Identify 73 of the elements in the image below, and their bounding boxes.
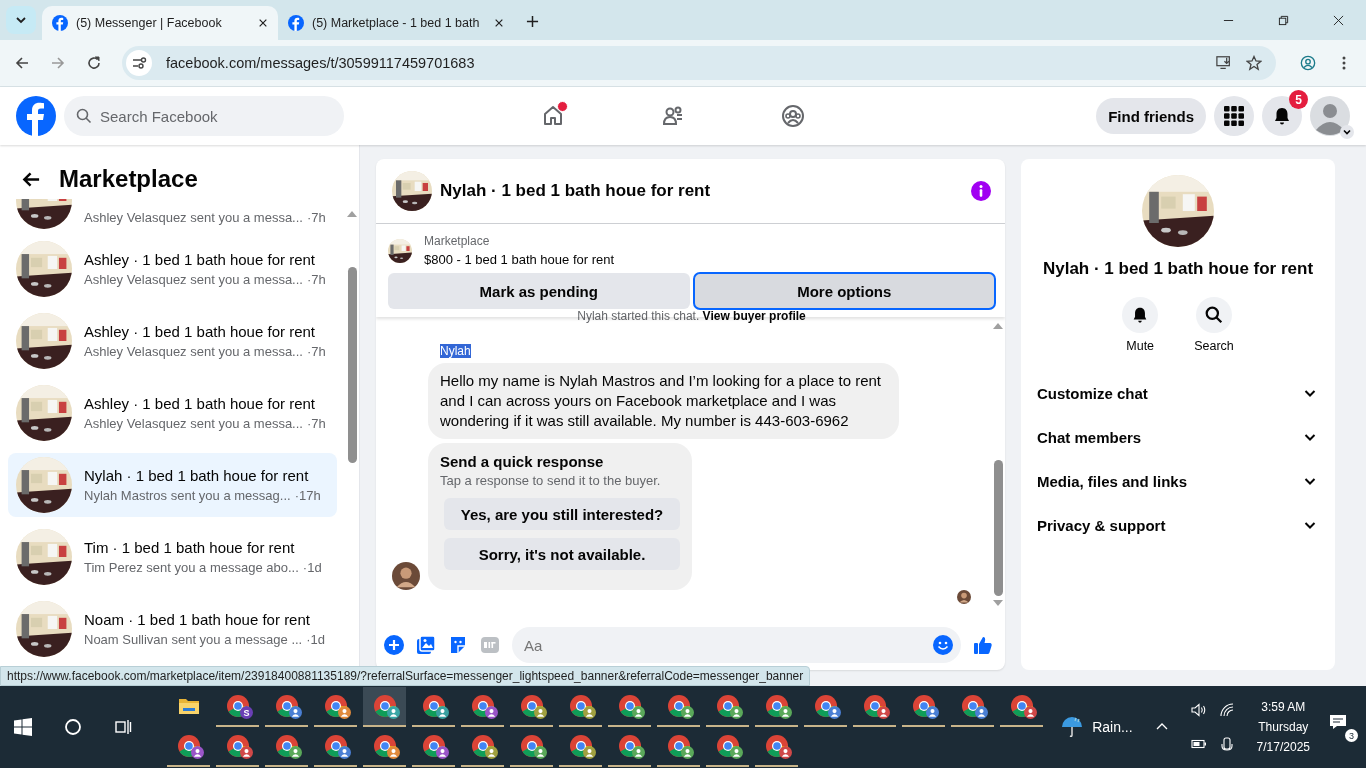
action-label: Search <box>1194 339 1234 353</box>
message-field[interactable]: Aa <box>512 627 961 663</box>
quick-response-button[interactable]: Sorry, it's not available. <box>444 538 680 570</box>
message-time: ·7h <box>306 210 326 225</box>
message-time: ·7h <box>306 272 326 287</box>
listing-label: Marketplace <box>424 234 491 248</box>
conversation-title: Tim · 1 bed 1 bath houe for rent <box>84 539 296 556</box>
conversation-title: Ashley · 1 bed 1 bath houe for rent <box>84 323 316 340</box>
message-time: ·17h <box>294 488 321 503</box>
conversation-item[interactable]: Ashley · 1 bed 1 bath houe for rent Ashley Velasquez sent you a messa... ·7h <box>8 309 337 373</box>
view-profile-link[interactable]: View buyer profile <box>702 309 806 323</box>
card-hint: Tap a response to send it to the buyer. <box>440 473 662 488</box>
conversation-item[interactable]: Ashley Velasquez sent you a messa... ·7h <box>8 199 337 229</box>
conversation-title: Ashley · 1 bed 1 bath houe for rent <box>84 251 316 268</box>
clock-date: 7/17/2025 <box>1256 740 1310 754</box>
search-field[interactable]: Search Facebook <box>64 96 344 136</box>
conversation-title: Ashley · 1 bed 1 bath houe for rent <box>84 395 316 412</box>
find-friends-button[interactable]: Find friends <box>1096 98 1206 134</box>
conversation-title: Nylah · 1 bed 1 bath houe for rent <box>84 467 310 484</box>
tab-title: (5) Marketplace - 1 bed 1 bath <box>312 16 481 30</box>
tab-title: (5) Messenger | Facebook <box>76 16 223 30</box>
notification-badge: 5 <box>1289 90 1308 109</box>
message-preview: Ashley Velasquez sent you a messa... <box>84 272 303 287</box>
chat-title: Nylah · 1 bed 1 bath houe for rent <box>440 181 711 201</box>
clock-time: 3:59 AM <box>1261 700 1306 714</box>
conversation-title: Noam · 1 bed 1 bath houe for rent <box>84 611 311 628</box>
section-title: Customize chat <box>1037 384 1148 402</box>
section-header[interactable]: Customize chat <box>1029 371 1327 415</box>
message-preview: Noam Sullivan sent you a message ... <box>84 632 303 647</box>
sidebar-title: Marketplace <box>59 165 198 193</box>
notification-center-button[interactable]: 3 <box>1328 712 1358 742</box>
conversation-item[interactable]: Tim · 1 bed 1 bath houe for rent Tim Perez sent you a message abo... ·1d <box>8 525 337 589</box>
contact-name: Nylah · 1 bed 1 bath houe for rent <box>1042 259 1314 279</box>
url-text: facebook.com/messages/t/30599117459701683 <box>166 55 475 71</box>
address-bar[interactable]: facebook.com/messages/t/30599117459701683 <box>122 46 1276 80</box>
section-header[interactable]: Media, files and links <box>1029 459 1327 503</box>
message-time: ·7h <box>306 344 326 359</box>
section-header[interactable]: Chat members <box>1029 415 1327 459</box>
weather-text: Rain... <box>1092 719 1133 735</box>
profile-badge: S <box>240 706 253 719</box>
message-preview: Tim Perez sent you a message abo... <box>84 560 299 575</box>
message-preview: Ashley Velasquez sent you a messa... <box>84 416 303 431</box>
clock[interactable]: 3:59 AM Thursday 7/17/2025 <box>1256 700 1310 754</box>
listing-action-button[interactable]: Mark as pending <box>388 273 690 309</box>
weather-widget[interactable]: Rain... <box>1060 715 1133 739</box>
message-time: ·7h <box>306 416 326 431</box>
browser-tab[interactable]: (5) Marketplace - 1 bed 1 bath <box>278 6 514 40</box>
link-url-tooltip: https://www.facebook.com/marketplace/item/23918400881135189/?referralSurface=messenger_lightspeed_banner&referralCode=messenger_banner <box>0 666 811 686</box>
action-label: Mute <box>1126 339 1155 353</box>
notification-count: 3 <box>1345 729 1358 742</box>
section-header[interactable]: Privacy & support <box>1029 503 1327 547</box>
system-note: Nylah started this chat. View buyer profile <box>576 309 807 323</box>
conversation-item[interactable]: Nylah · 1 bed 1 bath houe for rent Nylah Mastros sent you a messag... ·17h <box>8 453 337 517</box>
quick-response-button[interactable]: Yes, are you still interested? <box>444 498 680 530</box>
message-bubble: Hello my name is Nylah Mastros and I’m looking for a place to rent and I can across yours on Facebook marketplace and I was wondering if it was still available. My number is 443-603-6962 <box>428 363 899 439</box>
message-preview: Nylah Mastros sent you a messag... <box>84 488 291 503</box>
section-title: Chat members <box>1037 428 1142 446</box>
message-time: ·1d <box>302 560 322 575</box>
message-preview: Ashley Velasquez sent you a messa... <box>84 210 303 225</box>
listing-action-button[interactable]: More options <box>693 273 995 309</box>
message-time: ·1d <box>306 632 326 647</box>
card-title: Send a quick response <box>440 453 605 470</box>
section-title: Privacy & support <box>1037 516 1166 534</box>
conversation-item[interactable]: Ashley · 1 bed 1 bath houe for rent Ashley Velasquez sent you a messa... ·7h <box>8 381 337 445</box>
clock-day: Thursday <box>1258 720 1309 734</box>
conversation-item[interactable]: Ashley · 1 bed 1 bath houe for rent Ashley Velasquez sent you a messa... ·7h <box>8 237 337 301</box>
message-preview: Ashley Velasquez sent you a messa... <box>84 344 303 359</box>
section-title: Media, files and links <box>1037 472 1188 490</box>
conversation-item[interactable]: Noam · 1 bed 1 bath houe for rent Noam Sullivan sent you a message ... ·1d <box>8 597 337 661</box>
browser-tab[interactable]: (5) Messenger | Facebook <box>42 6 278 40</box>
sender-name: Nylah <box>440 344 471 358</box>
listing-title: $800 - 1 bed 1 bath houe for rent <box>424 252 615 267</box>
taskbar-app[interactable]: S <box>216 687 259 727</box>
